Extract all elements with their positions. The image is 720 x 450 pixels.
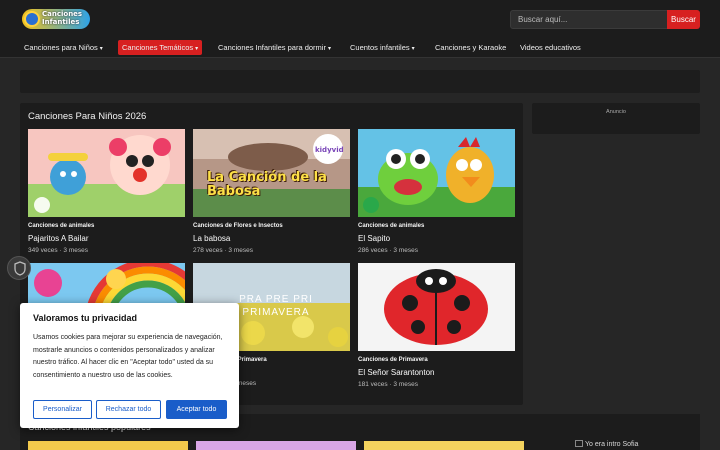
nav-label: Cuentos infantiles	[350, 43, 410, 52]
broken-image-icon	[575, 440, 583, 447]
reject-all-button[interactable]: Rechazar todo	[96, 400, 161, 419]
card-title[interactable]: La babosa	[193, 234, 230, 243]
card-meta: 181 veces · 3 meses	[358, 381, 418, 388]
nav-item-canciones-tematicos[interactable]: Canciones Temáticos ▾	[118, 40, 203, 55]
nav-label: Canciones Temáticos	[122, 43, 194, 52]
site-logo[interactable]: Canciones Infantiles	[22, 9, 90, 29]
nav-item-canciones-karaoke[interactable]: Canciones y Karaoke	[431, 40, 510, 55]
privacy-shield-icon[interactable]	[7, 256, 31, 280]
card-meta: 286 veces · 3 meses	[358, 247, 418, 254]
card-meta: 349 veces · 3 meses	[28, 247, 88, 254]
card-category[interactable]: Canciones de animales	[28, 223, 94, 229]
card-meta: 278 veces · 3 meses	[193, 247, 253, 254]
main-nav: Canciones para Niños ▾ Canciones Temático…	[0, 36, 720, 58]
babosa-thumbnail[interactable]: kidyvid La Canción de la Babosa	[193, 129, 350, 217]
nav-label: Canciones para Niños	[24, 43, 98, 52]
chevron-down-icon: ▾	[195, 46, 199, 52]
search-button[interactable]: Buscar	[667, 10, 700, 29]
kidyvid-badge: kidyvid	[315, 146, 344, 154]
chevron-down-icon: ▾	[99, 46, 103, 52]
chevron-down-icon: ▾	[411, 46, 415, 52]
card-meta: meses	[237, 380, 257, 387]
card-title[interactable]: Pajaritos A Bailar	[28, 234, 88, 243]
broken-image[interactable]: Yo era intro Sofia	[575, 440, 638, 448]
nav-item-videos-educativos[interactable]: Videos educativos	[516, 40, 585, 55]
pajaritos-thumbnail[interactable]	[28, 129, 185, 217]
card-category[interactable]: Canciones de Primavera	[358, 357, 428, 363]
logo-disc-icon	[24, 11, 40, 27]
nav-label: Canciones Infantiles para dormir	[218, 43, 326, 52]
search-input[interactable]: Buscar aquí...	[510, 10, 668, 29]
popular-thumb[interactable]	[364, 441, 524, 450]
cookie-consent-dialog: Valoramos tu privacidad Usamos cookies p…	[20, 303, 239, 428]
nav-item-canciones-para-ninos[interactable]: Canciones para Niños ▾	[20, 40, 107, 55]
customize-button[interactable]: Personalizar	[33, 400, 92, 419]
nav-item-cuentos-infantiles[interactable]: Cuentos infantiles ▾	[346, 40, 419, 55]
card-title[interactable]: El Sapito	[358, 234, 390, 243]
top-header: Canciones Infantiles Buscar aquí... Busc…	[0, 0, 720, 36]
top-ad-slot	[20, 70, 700, 93]
ad-label: Anuncio	[606, 109, 626, 115]
cookie-title: Valoramos tu privacidad	[33, 313, 138, 323]
chevron-down-icon: ▾	[327, 46, 331, 52]
accept-all-button[interactable]: Aceptar todo	[166, 400, 227, 419]
babosa-overlay-text: La Canción de la Babosa	[207, 170, 327, 199]
nav-label: Canciones y Karaoke	[435, 43, 507, 52]
card-title[interactable]: El Señor Sarantonton	[358, 368, 435, 377]
popular-thumb[interactable]	[28, 441, 188, 450]
primavera-overlay-text: PRA PRE PRI PRIMAVERA	[239, 294, 313, 318]
nav-label: Videos educativos	[520, 43, 581, 52]
ladybug-thumbnail[interactable]	[358, 263, 515, 351]
popular-thumb[interactable]	[196, 441, 356, 450]
nav-item-canciones-para-dormir[interactable]: Canciones Infantiles para dormir ▾	[214, 40, 335, 55]
sidebar-ad: Anuncio	[532, 103, 700, 134]
section-title: Canciones Para Niños 2026	[28, 111, 147, 122]
sapito-thumbnail[interactable]	[358, 129, 515, 217]
card-category[interactable]: Canciones de animales	[358, 223, 424, 229]
logo-text: Canciones Infantiles	[42, 10, 83, 26]
cookie-text: Usamos cookies para mejorar su experienc…	[33, 334, 223, 379]
card-category[interactable]: Canciones de Flores e Insectos	[193, 223, 283, 229]
